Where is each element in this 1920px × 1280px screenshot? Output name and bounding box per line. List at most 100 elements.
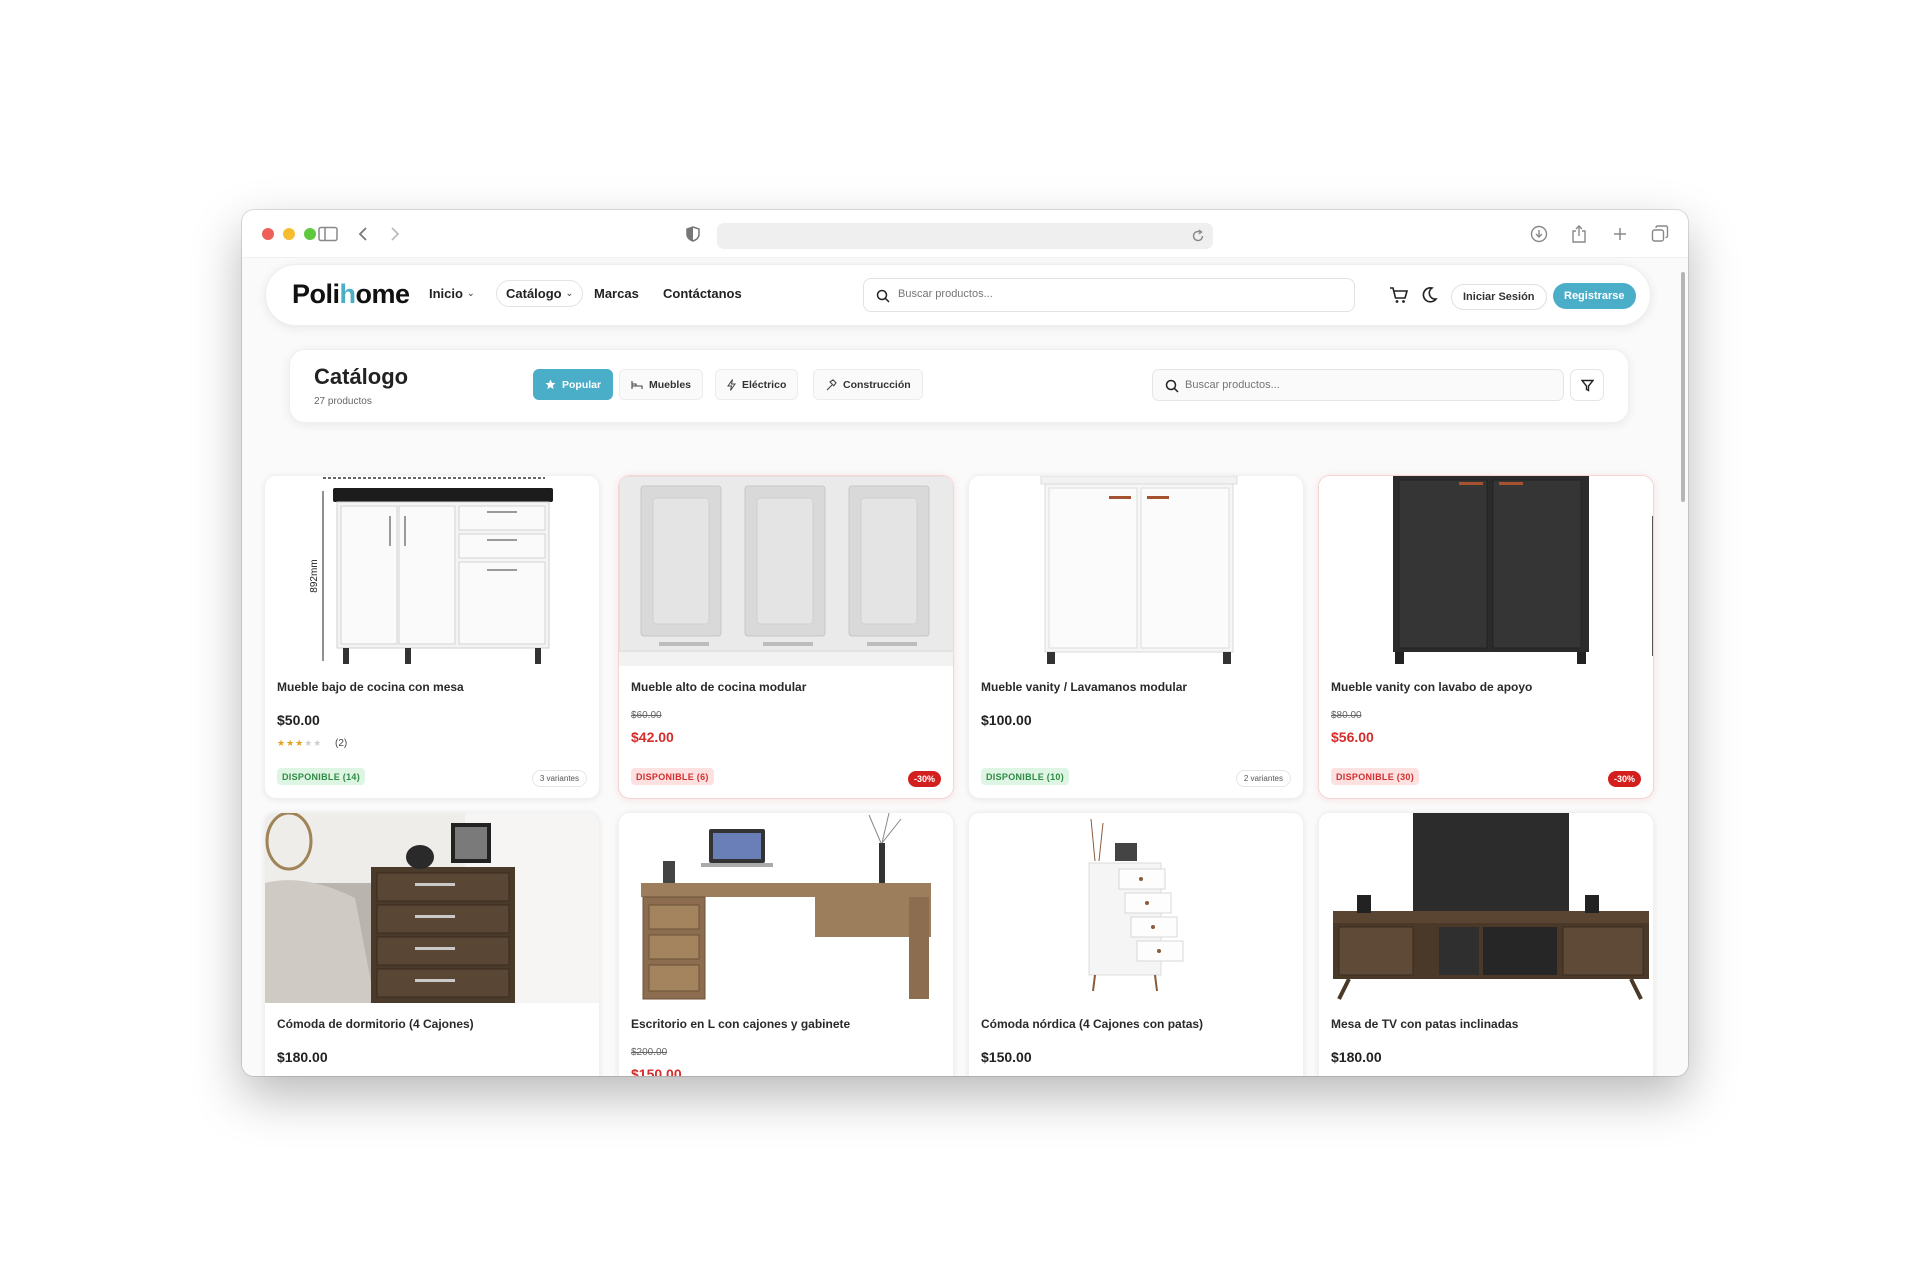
chevron-down-icon: ⌄	[565, 288, 574, 298]
filter-funnel-icon	[1580, 379, 1594, 392]
dark-mode-moon-icon[interactable]	[1418, 284, 1440, 306]
product-price: $42.00	[631, 729, 674, 745]
filter-button[interactable]	[1570, 369, 1604, 401]
stock-badge: DISPONIBLE (10)	[981, 768, 1070, 785]
nav-catalogo-label: Catálogo	[506, 286, 562, 301]
catalog-search-box[interactable]	[1152, 369, 1564, 401]
product-name[interactable]: Cómoda nórdica (4 Cajones con patas)	[981, 1017, 1203, 1031]
product-card[interactable]: Mueble vanity / Lavamanos modular $100.0…	[968, 475, 1304, 799]
filter-muebles[interactable]: Muebles	[619, 369, 704, 400]
product-card[interactable]: Mesa de TV con patas inclinadas $180.00	[1318, 812, 1654, 1076]
product-name[interactable]: Mueble vanity con lavabo de apoyo	[1331, 680, 1532, 694]
product-old-price: $200.00	[631, 1047, 668, 1058]
product-name[interactable]: Mesa de TV con patas inclinadas	[1331, 1017, 1518, 1031]
bed-icon	[631, 380, 643, 389]
catalog-search-input[interactable]	[1185, 379, 1555, 391]
page-scrollbar[interactable]	[1680, 268, 1686, 1068]
close-window-button[interactable]	[262, 227, 274, 240]
nav-contactanos-label: Contáctanos	[663, 286, 742, 301]
filter-muebles-label: Muebles	[649, 378, 692, 391]
product-image[interactable]	[969, 476, 1303, 666]
product-price: $100.00	[981, 712, 1032, 728]
product-name[interactable]: Mueble alto de cocina modular	[631, 680, 806, 694]
polihome-logo[interactable]: Polihome	[292, 279, 410, 310]
address-bar[interactable]	[717, 223, 1213, 249]
product-card[interactable]: Cómoda nórdica (4 Cajones con patas) $15…	[968, 812, 1304, 1076]
product-name[interactable]: Mueble vanity / Lavamanos modular	[981, 680, 1187, 694]
logo-text-pre: Poli	[292, 279, 340, 309]
share-icon[interactable]	[1568, 223, 1590, 245]
nav-marcas-label: Marcas	[594, 286, 639, 301]
nav-catalogo[interactable]: Catálogo ⌄	[496, 280, 584, 307]
product-image[interactable]: 892mm	[265, 476, 599, 666]
nav-marcas[interactable]: Marcas	[594, 286, 639, 301]
search-icon	[1165, 379, 1179, 393]
nav-contactanos[interactable]: Contáctanos	[663, 286, 742, 301]
nav-inicio-label: Inicio	[429, 286, 463, 301]
chevron-down-icon: ⌄	[466, 288, 475, 298]
stock-badge: DISPONIBLE (30)	[1331, 768, 1420, 785]
variants-badge[interactable]: 2 variantes	[1235, 770, 1291, 787]
logo-text-h: h	[339, 279, 357, 309]
logo-text-post: ome	[355, 279, 411, 309]
product-name[interactable]: Cómoda de dormitorio (4 Cajones)	[277, 1017, 474, 1031]
product-image[interactable]	[969, 813, 1303, 1003]
minimize-window-button[interactable]	[283, 227, 295, 240]
site-navbar: Polihome Inicio ⌄ Catálogo ⌄ Marcas Cont…	[265, 264, 1651, 326]
product-card[interactable]: Cómoda de dormitorio (4 Cajones) $180.00	[264, 812, 600, 1076]
stock-badge: DISPONIBLE (14)	[277, 768, 366, 785]
product-image[interactable]	[619, 813, 953, 1003]
filter-construccion[interactable]: Construcción	[813, 369, 923, 400]
product-price: $180.00	[277, 1049, 328, 1065]
product-price: $50.00	[277, 712, 320, 728]
product-old-price: $60.00	[631, 710, 662, 721]
header-search-input[interactable]	[898, 288, 1338, 300]
filter-construccion-label: Construcción	[843, 378, 911, 391]
register-button[interactable]: Registrarse	[1553, 283, 1636, 309]
privacy-shield-icon[interactable]	[682, 223, 704, 245]
product-count: 27 productos	[314, 396, 372, 407]
web-page: Polihome Inicio ⌄ Catálogo ⌄ Marcas Cont…	[242, 258, 1688, 1076]
discount-badge: -30%	[1607, 771, 1641, 787]
product-image[interactable]	[1319, 476, 1653, 666]
variants-badge[interactable]: 3 variantes	[531, 770, 587, 787]
product-price: $150.00	[981, 1049, 1032, 1065]
product-price: $56.00	[1331, 729, 1374, 745]
discount-badge: -30%	[907, 771, 941, 787]
filter-electrico[interactable]: Eléctrico	[715, 369, 799, 400]
product-name[interactable]: Escritorio en L con cajones y gabinete	[631, 1017, 850, 1031]
filter-popular[interactable]: Popular	[533, 369, 614, 400]
product-card[interactable]: Escritorio en L con cajones y gabinete $…	[618, 812, 954, 1076]
product-name[interactable]: Mueble bajo de cocina con mesa	[277, 680, 464, 694]
search-icon	[876, 289, 890, 303]
catalog-header: Catálogo 27 productos Popular Muebles El…	[289, 349, 1629, 423]
product-card[interactable]: 892mm Mueble bajo de cocina con mesa $50…	[264, 475, 600, 799]
window-controls	[262, 227, 316, 240]
product-card[interactable]: Mueble alto de cocina modular $60.00 $42…	[618, 475, 954, 799]
product-image[interactable]	[1319, 813, 1653, 1003]
rating-count: (2)	[335, 738, 348, 749]
cart-icon[interactable]	[1388, 284, 1410, 306]
dimension-label: 892mm	[309, 559, 320, 592]
hammer-icon	[826, 378, 837, 390]
product-image[interactable]	[265, 813, 599, 1003]
forward-icon[interactable]	[384, 223, 406, 245]
back-icon[interactable]	[352, 223, 374, 245]
new-tab-icon[interactable]	[1609, 223, 1631, 245]
nav-inicio[interactable]: Inicio ⌄	[429, 286, 475, 301]
star-icon	[545, 379, 556, 390]
zoom-window-button[interactable]	[304, 227, 316, 240]
product-price: $150.00	[631, 1066, 682, 1076]
sidebar-toggle-icon[interactable]	[317, 223, 339, 245]
product-card[interactable]: Mueble vanity con lavabo de apoyo $80.00…	[1318, 475, 1654, 799]
header-search-box[interactable]	[863, 278, 1355, 312]
page-title: Catálogo	[314, 364, 409, 389]
product-image[interactable]	[619, 476, 953, 666]
reload-icon[interactable]	[1190, 228, 1206, 244]
scrollbar-thumb[interactable]	[1681, 272, 1685, 502]
tab-overview-icon[interactable]	[1649, 223, 1671, 245]
filter-electrico-label: Eléctrico	[742, 378, 787, 391]
login-button[interactable]: Iniciar Sesión	[1451, 284, 1547, 310]
product-price: $180.00	[1331, 1049, 1382, 1065]
download-icon[interactable]	[1528, 223, 1550, 245]
